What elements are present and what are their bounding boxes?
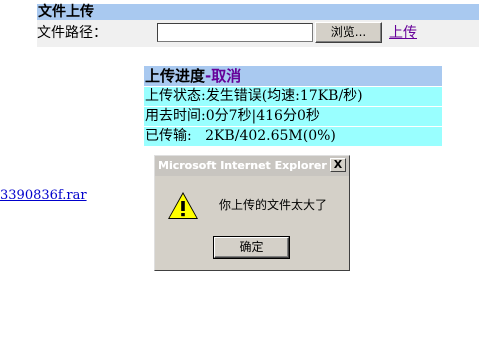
dialog-title: Microsoft Internet Explorer (158, 159, 327, 172)
elapsed-time: 用去时间:0分7秒|416分0秒 (144, 107, 442, 126)
alert-dialog: Microsoft Internet Explorer X 你上传的文件太大了 … (154, 155, 350, 271)
close-button[interactable]: X (330, 158, 346, 172)
transferred-amount: 已传输: 2KB/402.65M(0%) (144, 127, 442, 146)
warning-icon (168, 192, 198, 219)
progress-title: 上传进度 (145, 67, 206, 85)
progress-header: 上传进度-取消 (144, 66, 442, 86)
file-link[interactable]: 3390836f.rar (0, 188, 87, 203)
file-path-input[interactable] (157, 23, 313, 42)
upload-status: 上传状态:发生错误(均速:17KB/秒) (144, 87, 442, 106)
cancel-link[interactable]: 取消 (211, 67, 241, 85)
file-path-label: 文件路径： (37, 25, 107, 41)
upload-form: 文件上传 文件路径： 浏览... 上传 (37, 4, 479, 47)
ok-button[interactable]: 确定 (213, 236, 290, 259)
dialog-message: 你上传的文件太大了 (219, 198, 328, 212)
upload-progress-panel: 上传进度-取消 上传状态:发生错误(均速:17KB/秒) 用去时间:0分7秒|4… (144, 66, 442, 146)
upload-form-header: 文件上传 (37, 4, 479, 20)
browse-button[interactable]: 浏览... (315, 22, 382, 43)
dialog-titlebar[interactable]: Microsoft Internet Explorer X (155, 156, 349, 176)
file-path-row: 文件路径： 浏览... 上传 (37, 20, 479, 47)
upload-link[interactable]: 上传 (389, 24, 417, 42)
